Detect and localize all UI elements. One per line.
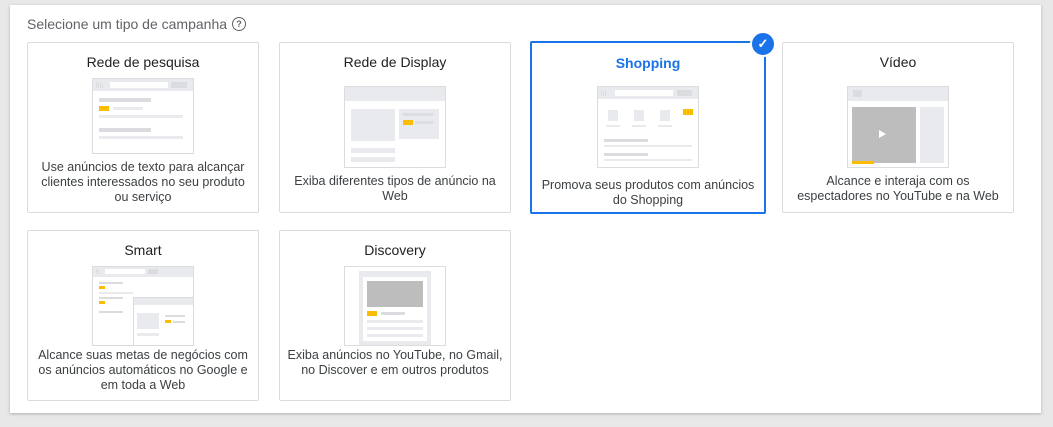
search-network-illustration xyxy=(92,78,194,154)
section-heading: Selecione um tipo de campanha ? xyxy=(27,16,247,32)
selected-check-icon: ✓ xyxy=(750,31,776,57)
help-icon[interactable]: ? xyxy=(232,17,247,31)
card-discovery[interactable]: Discovery Exiba anúncios no YouTube, no … xyxy=(279,230,511,401)
card-description: Use anúncios de texto para alcançar clie… xyxy=(41,160,245,204)
card-description: Promova seus produtos com anúncios do Sh… xyxy=(541,178,755,207)
card-search-network[interactable]: Rede de pesquisa Use anúncios de texto p… xyxy=(27,42,259,213)
card-title: Rede de pesquisa xyxy=(86,54,200,70)
card-description: Alcance e interaja com os espectadores n… xyxy=(797,174,999,203)
campaign-type-panel: Selecione um tipo de campanha ? Rede de … xyxy=(10,5,1041,413)
card-description: Alcance suas metas de negócios com os an… xyxy=(38,348,248,392)
card-title: Vídeo xyxy=(879,54,917,70)
card-video[interactable]: Vídeo Alcance e interaja com os espectad… xyxy=(782,42,1014,213)
card-smart[interactable]: Smart Alcance suas metas de negócios com… xyxy=(27,230,259,401)
shopping-illustration xyxy=(597,86,699,168)
card-title: Rede de Display xyxy=(343,54,447,70)
smart-illustration xyxy=(92,266,194,346)
card-title: Smart xyxy=(124,242,162,258)
heading-text: Selecione um tipo de campanha xyxy=(27,16,228,32)
discovery-illustration xyxy=(344,266,446,346)
display-network-illustration xyxy=(344,86,446,168)
card-shopping[interactable]: Shopping Promova seus produtos com anúnc… xyxy=(530,31,776,214)
card-description: Exiba anúncios no YouTube, no Gmail, no … xyxy=(287,348,503,377)
card-display-network[interactable]: Rede de Display Exiba diferentes tipos d… xyxy=(279,42,511,213)
card-title: Shopping xyxy=(615,55,681,71)
card-description: Exiba diferentes tipos de anúncio na Web xyxy=(294,174,496,203)
card-title: Discovery xyxy=(364,242,426,258)
video-illustration xyxy=(847,86,949,168)
